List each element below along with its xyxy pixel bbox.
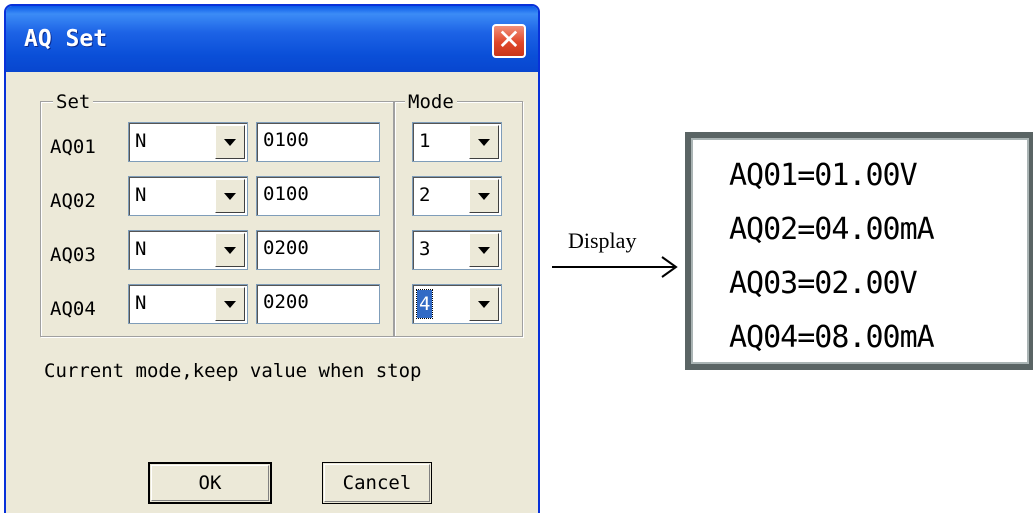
display-line-1: AQ01=01.00V <box>729 158 918 193</box>
chevron-down-icon[interactable] <box>469 233 499 267</box>
type-select-value: N <box>135 292 147 314</box>
ok-button[interactable]: OK <box>148 462 272 504</box>
value-input-aq02[interactable] <box>263 183 363 205</box>
arrow-right-icon <box>552 256 678 278</box>
mode-group-label: Mode <box>405 91 457 113</box>
dialog-title: AQ Set <box>24 26 108 52</box>
set-group-label: Set <box>53 91 94 113</box>
value-input-aq01[interactable] <box>263 129 363 151</box>
type-select-aq03[interactable]: N <box>128 230 248 270</box>
mode-select-value: 3 <box>419 238 431 260</box>
chevron-down-icon[interactable] <box>469 125 499 159</box>
mode-select-aq04[interactable]: 4 <box>412 284 502 324</box>
chevron-down-icon[interactable] <box>469 179 499 213</box>
mode-select-value: 2 <box>419 184 431 206</box>
close-button[interactable]: ✕ <box>492 24 526 58</box>
type-select-aq04[interactable]: N <box>128 284 248 324</box>
value-input-aq04[interactable] <box>263 291 363 313</box>
mode-select-aq02[interactable]: 2 <box>412 176 502 216</box>
type-select-value: N <box>135 130 147 152</box>
value-field-aq02[interactable] <box>256 176 380 216</box>
value-input-aq03[interactable] <box>263 237 363 259</box>
arrow-label: Display <box>568 228 637 253</box>
chevron-down-icon[interactable] <box>469 287 499 321</box>
display-line-2: AQ02=04.00mA <box>729 212 935 247</box>
close-icon: ✕ <box>497 23 521 56</box>
mode-select-aq01[interactable]: 1 <box>412 122 502 162</box>
value-field-aq03[interactable] <box>256 230 380 270</box>
row-label-aq03: AQ03 <box>50 244 96 266</box>
chevron-down-icon[interactable] <box>215 179 245 213</box>
mode-select-value-selected: 4 <box>415 289 434 319</box>
value-field-aq01[interactable] <box>256 122 380 162</box>
cancel-button-label: Cancel <box>324 464 430 502</box>
ok-button-label: OK <box>151 465 269 501</box>
chevron-down-icon[interactable] <box>215 125 245 159</box>
lcd-display: AQ01=01.00V AQ02=04.00mA AQ03=02.00V AQ0… <box>685 132 1033 370</box>
type-select-value: N <box>135 184 147 206</box>
display-line-4: AQ04=08.00mA <box>729 320 935 355</box>
status-text: Current mode,keep value when stop <box>44 360 422 382</box>
cancel-button[interactable]: Cancel <box>322 462 432 504</box>
chevron-down-icon[interactable] <box>215 233 245 267</box>
row-label-aq04: AQ04 <box>50 298 96 320</box>
row-label-aq01: AQ01 <box>50 136 96 158</box>
mode-select-aq03[interactable]: 3 <box>412 230 502 270</box>
row-label-aq02: AQ02 <box>50 190 96 212</box>
mode-select-value: 1 <box>419 130 431 152</box>
type-select-aq01[interactable]: N <box>128 122 248 162</box>
chevron-down-icon[interactable] <box>215 287 245 321</box>
display-line-3: AQ03=02.00V <box>729 266 918 301</box>
title-bar[interactable]: AQ Set ✕ <box>6 6 538 72</box>
value-field-aq04[interactable] <box>256 284 380 324</box>
aq-set-dialog: AQ Set ✕ Set Mode AQ01 N 1 AQ02 N 2 AQ03… <box>4 4 540 513</box>
type-select-aq02[interactable]: N <box>128 176 248 216</box>
type-select-value: N <box>135 238 147 260</box>
